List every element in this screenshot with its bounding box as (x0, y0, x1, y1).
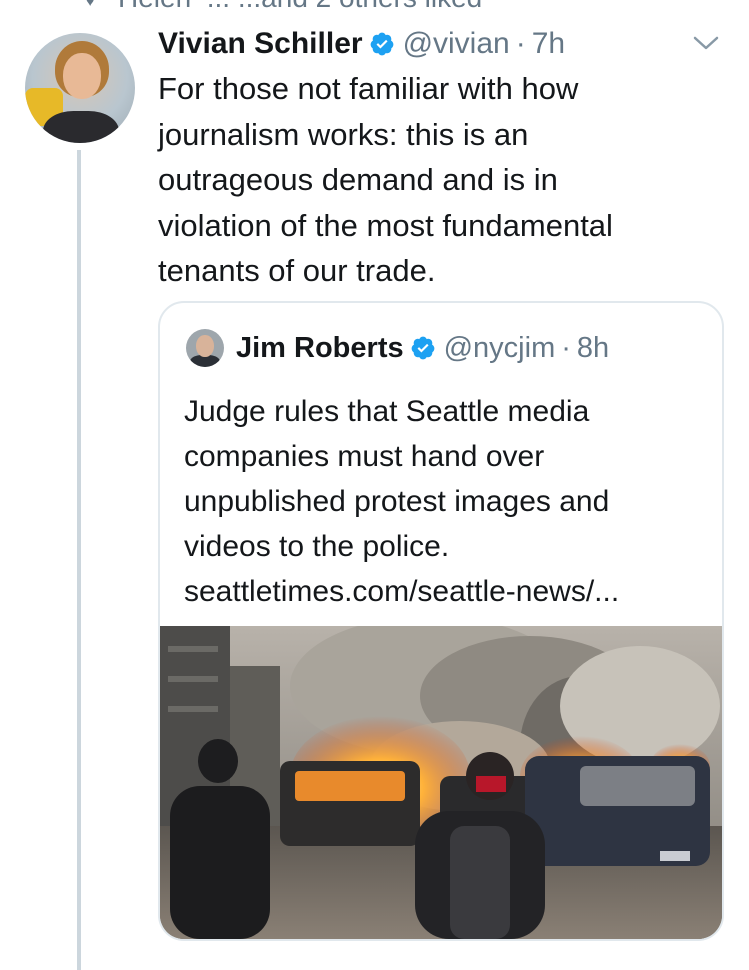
tweet-text-line: violation of the most fundamental (158, 207, 613, 243)
burning-vehicles-photo[interactable] (160, 626, 722, 939)
avatar[interactable] (25, 33, 135, 143)
quoted-text-line: Judge rules that Seattle media (184, 395, 590, 428)
separator: · (561, 331, 571, 364)
handle[interactable]: @vivian (403, 27, 510, 61)
quoted-tweet-card[interactable]: Jim Roberts @nycjim · 8h Judge rules tha… (158, 301, 724, 941)
timestamp[interactable]: 7h (532, 27, 565, 61)
quoted-timestamp: 8h (576, 331, 610, 364)
avatar-body (43, 111, 119, 143)
tweet-text-line: outrageous demand and is in (158, 162, 558, 197)
thread-line (77, 150, 81, 970)
display-name[interactable]: Vivian Schiller (158, 27, 363, 61)
quoted-tweet-text: Judge rules that Seattle media companies… (184, 389, 714, 614)
heart-icon: ♥ (86, 0, 95, 9)
quoted-text-line: unpublished protest images and (184, 485, 610, 518)
quoted-text-line: videos to the police. (184, 530, 450, 563)
quoted-text-line: companies must hand over (184, 440, 545, 473)
tweet-text-line: journalism works: this is an (158, 116, 529, 152)
quoted-display-name: Jim Roberts (236, 331, 404, 364)
quoted-link[interactable]: seattletimes.com/seattle-news/... (184, 569, 714, 614)
tweet-header: Vivian Schiller @vivian · 7h (158, 24, 718, 64)
separator: · (515, 27, 526, 60)
quoted-handle: @nycjim (443, 331, 556, 364)
avatar-face (63, 53, 101, 99)
chevron-down-icon[interactable] (691, 32, 721, 54)
verified-badge-icon (369, 31, 395, 57)
tweet-text-line: For those not familiar with how (158, 71, 579, 106)
social-context: Helen_... ...and 2 others liked (118, 0, 749, 10)
quoted-avatar (186, 329, 224, 367)
verified-badge-icon (410, 335, 436, 361)
quoted-tweet-header: Jim Roberts @nycjim · 8h (236, 327, 716, 369)
tweet-text: For those not familiar with how journali… (158, 66, 718, 294)
tweet-text-line: tenants of our trade. (158, 253, 436, 288)
quoted-avatar-face (196, 335, 214, 357)
